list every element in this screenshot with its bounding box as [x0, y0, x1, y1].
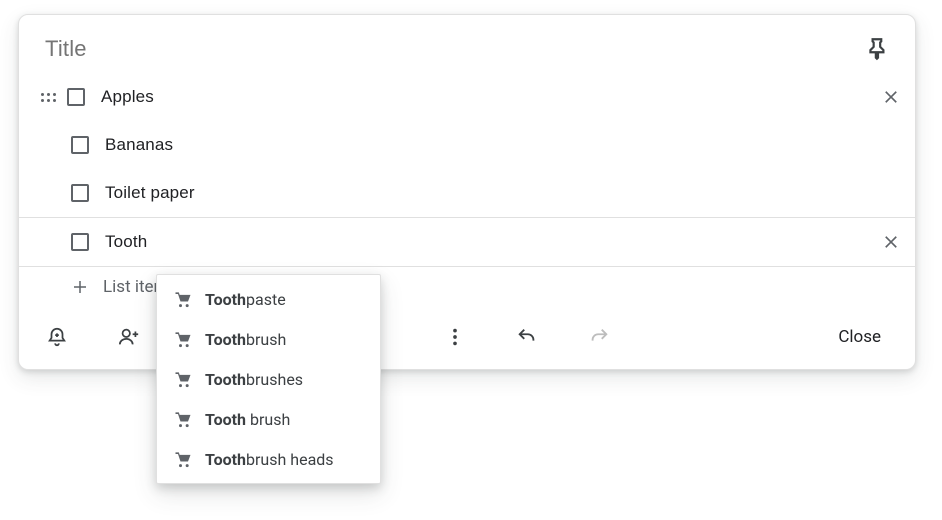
suggestion-text: Tooth brush: [205, 410, 290, 429]
reminder-button[interactable]: [43, 323, 71, 351]
person-add-icon: [118, 326, 140, 348]
cart-icon: [173, 369, 193, 389]
item-text-input[interactable]: [103, 231, 863, 253]
checklist-items: [19, 73, 915, 217]
cart-icon: [173, 289, 193, 309]
suggestion-text: Toothbrush: [205, 330, 286, 349]
close-icon: [882, 184, 900, 202]
redo-icon: [588, 326, 610, 348]
cart-icon: [173, 329, 193, 349]
active-item-section: [19, 218, 915, 266]
undo-icon: [516, 326, 538, 348]
undo-button[interactable]: [513, 323, 541, 351]
drag-placeholder: [39, 136, 57, 154]
plus-icon: [71, 278, 89, 296]
delete-item-button[interactable]: [877, 228, 905, 256]
redo-button[interactable]: [585, 323, 613, 351]
close-icon: [882, 88, 900, 106]
drag-placeholder: [39, 233, 57, 251]
list-item-active: [19, 218, 915, 266]
checkbox[interactable]: [71, 233, 89, 251]
suggestion-item[interactable]: Toothbrushes: [157, 359, 380, 399]
toolbar: Close: [19, 309, 915, 369]
drag-handle-icon[interactable]: [39, 88, 57, 106]
checkbox[interactable]: [71, 184, 89, 202]
checkbox[interactable]: [67, 88, 85, 106]
pin-button[interactable]: [865, 36, 891, 62]
pin-icon: [865, 36, 891, 62]
list-item: [19, 121, 915, 169]
autocomplete-dropdown: Toothpaste Toothbrush Toothbrushes Tooth…: [156, 274, 381, 484]
item-text-input[interactable]: [103, 134, 863, 156]
collaborator-button[interactable]: [115, 323, 143, 351]
add-spacer: [39, 278, 57, 296]
more-vertical-icon: [444, 326, 466, 348]
suggestion-text: Toothbrush heads: [205, 450, 334, 469]
item-text-input[interactable]: [103, 182, 863, 204]
title-row: [19, 15, 915, 73]
suggestion-text: Toothpaste: [205, 290, 286, 309]
suggestion-item[interactable]: Toothbrush: [157, 319, 380, 359]
close-icon: [882, 233, 900, 251]
item-text-input[interactable]: [99, 86, 863, 108]
delete-item-button[interactable]: [877, 83, 905, 111]
title-input[interactable]: [43, 35, 865, 63]
drag-placeholder: [39, 184, 57, 202]
add-item-row[interactable]: List item: [19, 267, 915, 309]
close-icon: [882, 136, 900, 154]
checkbox[interactable]: [71, 136, 89, 154]
suggestion-text: Toothbrushes: [205, 370, 303, 389]
note-card: List item: [18, 14, 916, 370]
suggestion-item[interactable]: Tooth brush: [157, 399, 380, 439]
suggestion-item[interactable]: Toothbrush heads: [157, 439, 380, 479]
list-item: [19, 169, 915, 217]
list-item: [19, 73, 915, 121]
cart-icon: [173, 409, 193, 429]
cart-icon: [173, 449, 193, 469]
more-button[interactable]: [441, 323, 469, 351]
close-button[interactable]: Close: [820, 319, 899, 355]
suggestion-item[interactable]: Toothpaste: [157, 279, 380, 319]
bell-plus-icon: [46, 326, 68, 348]
